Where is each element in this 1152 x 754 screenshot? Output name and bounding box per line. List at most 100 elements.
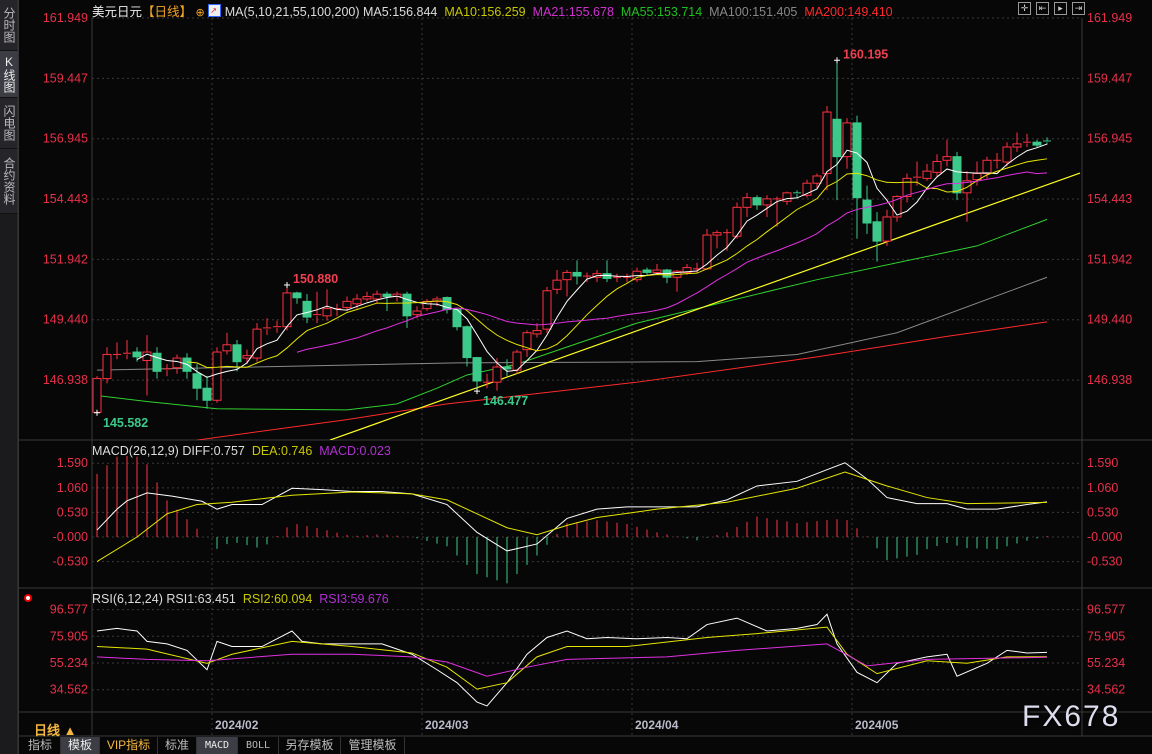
tab-save-template[interactable]: 另存模板 bbox=[279, 737, 341, 754]
price-tick-left: 151.942 bbox=[43, 252, 88, 266]
exit-icon[interactable]: ⇥ bbox=[1072, 2, 1085, 15]
candle bbox=[322, 289, 332, 321]
candle bbox=[1032, 139, 1042, 148]
candle-body bbox=[92, 378, 102, 413]
play-forward-icon[interactable]: ▸ bbox=[1054, 2, 1067, 15]
candle bbox=[882, 209, 892, 246]
candle-body bbox=[762, 198, 772, 206]
macd-tick-left: -0.530 bbox=[53, 555, 88, 569]
settings-circle-icon[interactable]: ⊕ bbox=[196, 7, 205, 19]
date-tick-label: 2024/05 bbox=[855, 718, 899, 732]
candle-body bbox=[642, 269, 652, 273]
tab-indicators[interactable]: 指标 bbox=[20, 737, 61, 754]
crosshair-icon[interactable]: ✛ bbox=[1018, 2, 1031, 15]
candle-body bbox=[322, 308, 332, 317]
candle-body bbox=[852, 122, 862, 199]
tab-standard[interactable]: 标准 bbox=[158, 737, 197, 754]
date-tick-label: 2024/04 bbox=[635, 718, 679, 732]
candle bbox=[113, 342, 121, 360]
candle-body bbox=[552, 279, 562, 290]
candle-body bbox=[812, 175, 822, 184]
candle bbox=[402, 291, 412, 328]
tab-boll[interactable]: BOLL bbox=[238, 737, 279, 754]
symbol-name: 美元日元 bbox=[92, 5, 143, 19]
macd-dea: DEA:0.746 bbox=[251, 444, 313, 458]
candle-body bbox=[282, 292, 292, 328]
rsi-tick-left: 55.234 bbox=[50, 656, 88, 670]
price-tick-left: 156.945 bbox=[43, 132, 88, 146]
tab-vip-indicators[interactable]: VIP指标 bbox=[100, 737, 158, 754]
price-tick-right: 156.945 bbox=[1087, 132, 1132, 146]
candle-body bbox=[362, 296, 372, 300]
price-tick-left: 159.447 bbox=[43, 71, 88, 85]
extreme-marker bbox=[834, 57, 840, 64]
date-tick-label: 2024/03 bbox=[425, 718, 469, 732]
candle-body bbox=[562, 271, 572, 281]
candle bbox=[732, 202, 742, 239]
candle-body bbox=[952, 156, 962, 194]
candle bbox=[263, 318, 271, 336]
candle bbox=[942, 139, 952, 167]
candle-body bbox=[172, 357, 182, 369]
candle-body bbox=[402, 293, 412, 317]
price-tick-left: 154.443 bbox=[43, 192, 88, 206]
chart-canvas[interactable]: 161.949 161.949 159.447 159.447 156.945 156.9… bbox=[0, 0, 1152, 754]
candle bbox=[812, 173, 822, 189]
price-tick-left: 149.440 bbox=[43, 313, 88, 327]
candle-body bbox=[152, 352, 162, 372]
candle bbox=[922, 163, 932, 181]
price-tick-right: 149.440 bbox=[1087, 313, 1132, 327]
candle-body bbox=[352, 298, 362, 305]
candle-body bbox=[712, 232, 722, 236]
candle-body bbox=[412, 310, 422, 316]
ma200-value: MA200:149.410 bbox=[804, 5, 893, 19]
rsi-tick-left: 34.562 bbox=[50, 683, 88, 697]
macd-tick-left: 0.530 bbox=[57, 505, 88, 519]
candle bbox=[163, 364, 171, 377]
candle bbox=[602, 260, 612, 283]
candle-body bbox=[222, 344, 232, 352]
candle-body bbox=[242, 355, 252, 359]
macd-params: MACD(26,12,9) bbox=[92, 444, 179, 458]
macd-diff: DIFF:0.757 bbox=[182, 444, 245, 458]
candle bbox=[852, 115, 862, 239]
extreme-price-label: 160.195 bbox=[843, 47, 888, 61]
candle bbox=[442, 296, 452, 314]
macd-tick-right: -0.530 bbox=[1087, 555, 1122, 569]
candle bbox=[1012, 132, 1022, 152]
candle-body bbox=[1002, 146, 1012, 163]
indicator-chart-icon[interactable]: ↗ bbox=[208, 4, 222, 17]
candle bbox=[273, 320, 281, 333]
candle bbox=[142, 335, 152, 396]
watermark-logo: FX678 bbox=[1022, 700, 1121, 733]
candle-body bbox=[472, 357, 482, 382]
candle bbox=[292, 291, 302, 304]
candle bbox=[372, 290, 382, 304]
ma55-line bbox=[96, 218, 1048, 411]
price-tick-right: 154.443 bbox=[1087, 192, 1132, 206]
extreme-price-label: 145.582 bbox=[103, 416, 148, 430]
period-label: 【日线】 bbox=[142, 5, 193, 19]
candle-body bbox=[742, 197, 752, 208]
candle bbox=[1023, 133, 1031, 148]
macd-tick-left: 1.590 bbox=[57, 456, 88, 470]
extreme-price-label: 146.477 bbox=[483, 394, 528, 408]
rsi-tick-right: 34.562 bbox=[1087, 683, 1125, 697]
candle bbox=[222, 332, 232, 355]
tab-manage-templates[interactable]: 管理模板 bbox=[341, 737, 405, 754]
tab-macd[interactable]: MACD bbox=[197, 737, 238, 754]
rsi-alert-icon[interactable] bbox=[24, 594, 32, 602]
macd-tick-right: 1.590 bbox=[1087, 456, 1118, 470]
candle-body bbox=[652, 269, 662, 273]
candle-body bbox=[822, 111, 832, 175]
rsi-tick-right: 75.905 bbox=[1087, 629, 1125, 643]
price-tick-right: 151.942 bbox=[1087, 252, 1132, 266]
candle bbox=[623, 273, 631, 283]
candle bbox=[613, 273, 621, 283]
ma21-value: MA21:155.678 bbox=[532, 5, 614, 19]
candle bbox=[632, 267, 642, 283]
price-tick-right: 161.949 bbox=[1087, 11, 1132, 25]
candle-body bbox=[832, 118, 842, 158]
tab-templates[interactable]: 模板 bbox=[61, 737, 100, 754]
zoom-range-icon[interactable]: ⇤ bbox=[1036, 2, 1049, 15]
